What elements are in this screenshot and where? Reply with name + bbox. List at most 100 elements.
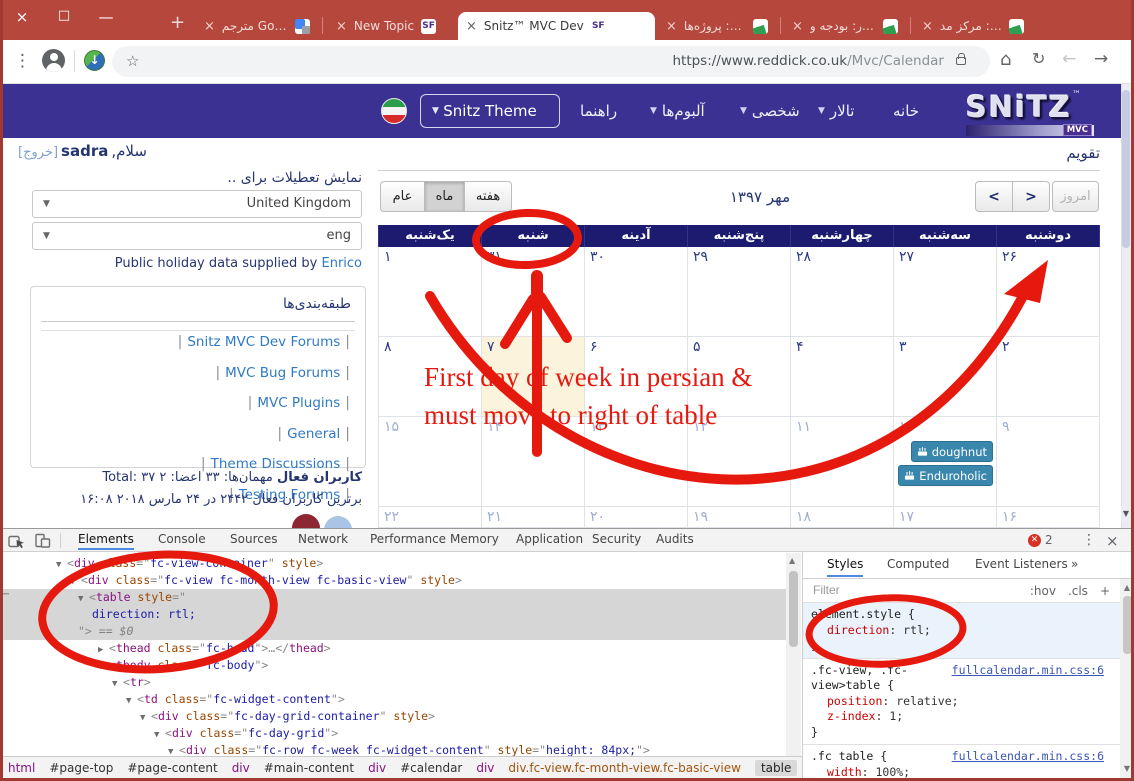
nav-item[interactable]: ▼تالار	[818, 102, 854, 120]
calendar-cell[interactable]: ۱۶	[997, 507, 1100, 527]
devtools-close-icon[interactable]: ×	[1106, 532, 1119, 550]
tree-line[interactable]: direction: rtl;	[0, 606, 786, 623]
devtools-tab-elements[interactable]: Elements	[78, 532, 134, 550]
calendar-cell[interactable]: ۲۰	[585, 507, 688, 527]
event-badge[interactable]: Enduroholic	[898, 465, 993, 486]
styles-tab[interactable]: Event Listeners	[975, 557, 1068, 571]
tree-line[interactable]: ▼<div class="fc-view-container" style>	[0, 555, 786, 572]
tree-line[interactable]: "> == $0	[0, 623, 786, 640]
prev-month-button[interactable]: <	[975, 181, 1013, 212]
window-close-icon[interactable]: ×	[10, 8, 34, 26]
tree-arrow-icon[interactable]: ▼	[78, 591, 89, 608]
style-rule[interactable]: fullcalendar.min.css:6.fc-view, .fc-view…	[803, 659, 1120, 746]
back-icon[interactable]: ←	[1062, 49, 1076, 69]
calendar-cell[interactable]: ۲۸	[791, 247, 894, 336]
breadcrumb-item[interactable]: #page-content	[127, 761, 217, 775]
styles-tab[interactable]: Computed	[887, 557, 949, 571]
logout-link[interactable]: [خروج]	[18, 145, 58, 160]
category-link[interactable]: Snitz MVC Dev Forums	[187, 334, 340, 350]
calendar-cell[interactable]: ۱۷	[894, 507, 997, 527]
rule-property[interactable]: z-index: 1;	[811, 709, 1112, 725]
calendar-cell[interactable]: ۹	[997, 417, 1100, 506]
calendar-cell[interactable]: ۱۴	[482, 417, 585, 506]
view-button[interactable]: عام	[380, 181, 425, 212]
tree-arrow-icon[interactable]: ▼	[154, 727, 165, 744]
category-link[interactable]: MVC Plugins	[257, 395, 340, 411]
country-select[interactable]: United Kingdom ▼	[32, 190, 362, 218]
avatar[interactable]	[292, 514, 320, 528]
devtools-tab-sources[interactable]: Sources	[230, 532, 277, 546]
tree-line[interactable]: ▼<tr>	[0, 674, 786, 691]
tab-close-icon[interactable]: ×	[466, 19, 477, 34]
nav-item[interactable]: ▼شخصی	[740, 102, 800, 120]
idm-extension-icon[interactable]: ↓	[84, 50, 105, 71]
scroll-down-icon[interactable]: ▼	[1124, 764, 1130, 773]
devtools-elements-tree[interactable]: <div class="fc-toolbar">…</div>▼<div cla…	[0, 544, 786, 757]
styles-toggle-button[interactable]: +	[1100, 584, 1110, 598]
calendar-cell[interactable]: ۱۲	[688, 417, 791, 506]
breadcrumb-item[interactable]: div.fc-view.fc-month-view.fc-basic-view	[508, 761, 741, 775]
view-button[interactable]: هفته	[464, 181, 512, 212]
browser-tab[interactable]: ×New TopicSF	[328, 12, 452, 40]
calendar-cell[interactable]: ۲	[997, 337, 1100, 416]
ssl-lock-icon[interactable]	[956, 57, 966, 65]
tree-line[interactable]: ▼<tbody class="fc-body">	[0, 657, 786, 674]
devtools-tab-network[interactable]: Network	[298, 532, 348, 546]
breadcrumb-item[interactable]: div	[232, 761, 250, 775]
nav-item[interactable]: راهنما	[580, 102, 617, 120]
tree-line[interactable]: ▼<div class="fc-view fc-month-view fc-ba…	[0, 572, 786, 589]
page-scrollbar-thumb[interactable]	[1122, 90, 1130, 248]
window-minimize-icon[interactable]: —	[94, 8, 118, 26]
window-maximize-icon[interactable]: □	[52, 8, 76, 23]
calendar-cell[interactable]: ۱۵	[378, 417, 482, 506]
nav-item[interactable]: خانه	[893, 102, 919, 120]
rule-property[interactable]: position: relative;	[811, 694, 1112, 710]
new-tab-button[interactable]: +	[170, 12, 185, 33]
breadcrumb-item[interactable]: table	[755, 760, 797, 776]
devtools-menu-icon[interactable]: ⋮	[1082, 532, 1096, 548]
tree-line[interactable]: ▼<div class="fc-day-grid-container" styl…	[0, 708, 786, 725]
styles-toggle-button[interactable]: .cls	[1068, 584, 1088, 598]
browser-menu-icon[interactable]: ⋮	[14, 51, 31, 71]
devtools-tab-memory[interactable]: Memory	[450, 532, 499, 546]
breadcrumb-item[interactable]: html	[8, 761, 35, 775]
stylesheet-link[interactable]: fullcalendar.min.css:6	[952, 663, 1104, 679]
tree-line[interactable]: ▼<div class="fc-day-grid">	[0, 725, 786, 742]
tree-line[interactable]: ▼<table style="	[0, 589, 786, 606]
address-bar[interactable]: ☆ https://www.reddick.co.uk/Mvc/Calendar	[112, 46, 990, 77]
device-toolbar-icon[interactable]	[34, 532, 51, 553]
scroll-up-icon[interactable]: ▲	[789, 556, 795, 565]
browser-tab[interactable]: ×دادهنگار: پروژه‌ها	[658, 12, 776, 40]
calendar-cell[interactable]: ۲۷	[894, 247, 997, 336]
calendar-cell[interactable]: ۱۸	[791, 507, 894, 527]
styles-toggle-button[interactable]: :hov	[1030, 584, 1056, 598]
theme-dropdown-button[interactable]: ▼ Snitz Theme	[420, 94, 560, 128]
page-scrollbar-down-icon[interactable]: ▼	[1121, 506, 1131, 522]
style-rule[interactable]: element.style {direction: rtl;}	[803, 603, 1120, 659]
browser-tab[interactable]: ×مترجم Google	[196, 12, 318, 40]
more-actions-icon[interactable]: ⋯	[3, 589, 10, 600]
breadcrumb-item[interactable]: div	[368, 761, 386, 775]
forward-icon[interactable]: →	[1094, 49, 1108, 69]
reload-icon[interactable]: ↻	[1032, 49, 1045, 68]
tree-arrow-icon[interactable]: ▼	[126, 693, 137, 710]
calendar-cell[interactable]: ۲۲	[378, 507, 482, 527]
style-rule[interactable]: fullcalendar.min.css:6.fc table {width: …	[803, 745, 1120, 781]
calendar-cell[interactable]: ۱۱	[791, 417, 894, 506]
bookmark-star-icon[interactable]: ☆	[126, 52, 139, 70]
calendar-cell[interactable]: ۲۹	[688, 247, 791, 336]
url-text[interactable]: https://www.reddick.co.uk/Mvc/Calendar	[672, 53, 944, 69]
devtools-tab-security[interactable]: Security	[592, 532, 641, 546]
browser-tab[interactable]: ×دادهنگار: مرکز مد	[914, 12, 1032, 40]
tab-close-icon[interactable]: ×	[336, 19, 347, 34]
tree-arrow-icon[interactable]: ▼	[98, 659, 109, 676]
browser-tab[interactable]: ×دادهنگار: بودجه و	[784, 12, 906, 40]
scroll-up-icon[interactable]: ▲	[1124, 583, 1130, 592]
devtools-tab-console[interactable]: Console	[158, 532, 206, 546]
styles-tab[interactable]: Styles	[827, 557, 863, 577]
inspect-element-icon[interactable]	[8, 532, 25, 553]
error-count-badge[interactable]: ✕2	[1028, 533, 1053, 547]
calendar-cell[interactable]: ۱۰doughnutEnduroholic	[894, 417, 997, 506]
category-link[interactable]: MVC Bug Forums	[225, 365, 340, 381]
tab-close-icon[interactable]: ×	[666, 19, 677, 34]
